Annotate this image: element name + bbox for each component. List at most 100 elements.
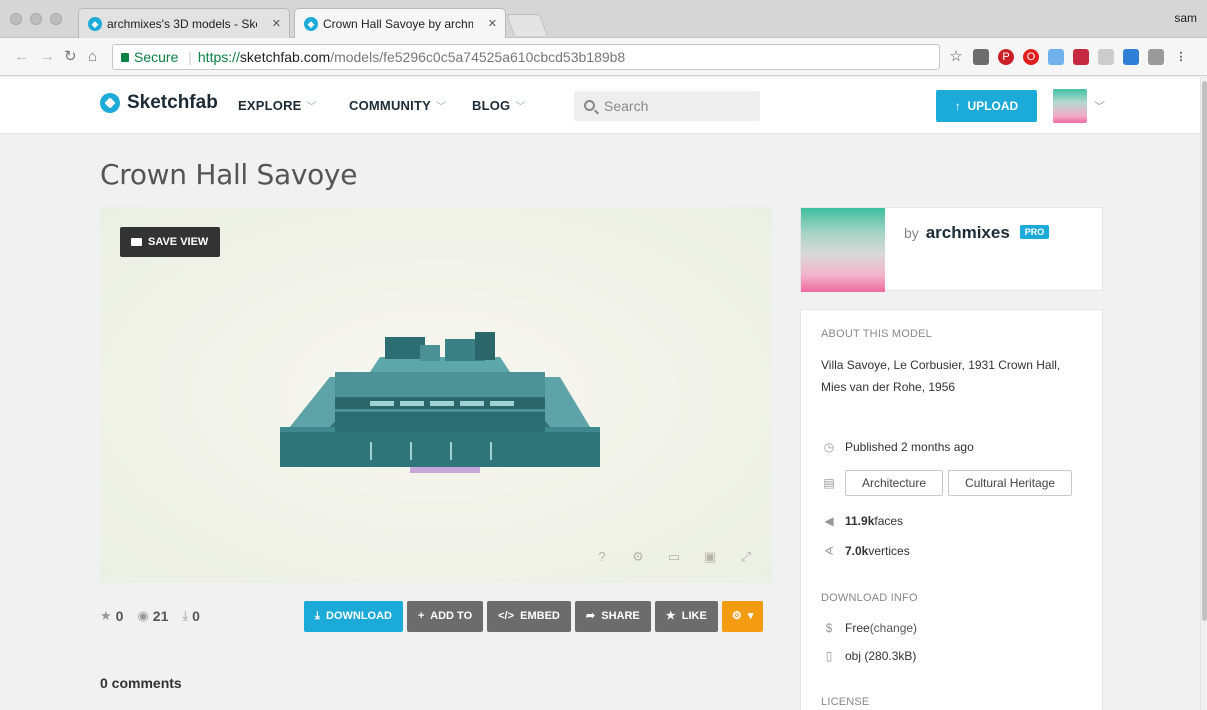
menu-dots-icon[interactable]: ⋮ [1173,49,1189,65]
search-input[interactable]: Search [574,91,760,121]
home-icon[interactable]: ⌂ [88,48,97,66]
triangle-icon: ◀ [824,514,834,528]
settings-icon[interactable]: ⚙ [628,549,648,565]
change-link[interactable]: (change) [870,621,917,635]
extension-bars-icon[interactable] [1073,49,1089,65]
category-tag-cultural-heritage[interactable]: Cultural Heritage [948,470,1073,496]
pinterest-icon[interactable]: P [998,49,1014,65]
embed-button[interactable]: </> EMBED [487,601,571,632]
lock-icon [121,53,129,62]
add-to-button[interactable]: + ADD TO [407,601,484,632]
model-description: Villa Savoye, Le Corbusier, 1931 Crown H… [821,358,1061,394]
downloads-stat: ⤓ 0 [182,608,200,624]
browser-titlebar: ◆ archmixes's 3D models - Sketc ✕ ◆ Crow… [0,0,1207,38]
sketchfab-logo-icon [100,93,120,113]
sketchfab-favicon-icon: ◆ [304,17,318,31]
url-scheme: https:// [197,49,240,65]
browser-tab-profile[interactable]: ◆ archmixes's 3D models - Sketc ✕ [78,8,290,38]
viewer-controls: ? ⚙ ▭ ▣ ⤢ [592,549,756,565]
address-bar[interactable]: Secure | https://sketchfab.com/models/fe5… [112,44,940,70]
extensions-area: ☆ P O ⋮ [948,47,1189,67]
chevron-down-icon: ﹀ [435,102,447,113]
star-icon: ★ [100,608,112,623]
sketchfab-page: Sketchfab EXPLORE ﹀ COMMUNITY ﹀ BLOG ﹀ Sear… [0,77,1200,710]
download-button[interactable]: ⤓ DOWNLOAD [304,601,403,632]
model-viewer[interactable]: SAVE VIEW ? ⚙ ▭ ▣ ⤢ [100,207,772,583]
sketchfab-logo[interactable]: Sketchfab [100,92,218,114]
nav-blog[interactable]: BLOG ﹀ [472,98,526,113]
download-icon: ⤓ [315,610,320,622]
theater-mode-icon[interactable]: ▣ [700,549,720,565]
dollar-icon: $ [825,621,833,635]
vertices-row: ∢ 7.0k vertices [821,544,910,558]
maximize-window-button[interactable] [50,13,62,25]
file-icon: ▯ [825,649,833,663]
help-icon[interactable]: ? [592,549,612,565]
browser-profile[interactable]: sam [1174,11,1197,25]
search-icon [584,100,595,111]
category-tag-architecture[interactable]: Architecture [845,470,944,496]
url-host: sketchfab.com [239,49,331,65]
chevron-down-icon: ﹀ [515,102,526,113]
camera-icon [131,238,142,246]
gear-icon: ⚙ [731,610,742,622]
options-dropdown-button[interactable]: ⚙ ▾ [721,601,764,632]
eye-icon: ◉ [137,608,149,623]
chevron-down-icon: ﹀ [306,102,317,113]
about-model-panel: ABOUT THIS MODEL Villa Savoye, Le Corbus… [800,309,1103,710]
share-icon: ➦ [585,610,596,622]
price-row: $ Free (change) [821,621,917,635]
star-icon: ★ [665,610,676,622]
user-avatar[interactable] [1053,89,1087,123]
forward-icon[interactable]: → [40,48,55,66]
camera-extension-icon[interactable] [1148,49,1164,65]
extension-1-icon[interactable] [973,49,989,65]
minimize-window-button[interactable] [30,13,42,25]
clock-icon: ◷ [823,440,835,454]
author-card: by archmixes PRO [800,207,1103,292]
comments-heading: 0 comments [100,675,182,691]
views-stat: ◉ 21 [137,608,169,624]
like-button[interactable]: ★ LIKE [654,601,718,632]
save-view-button[interactable]: SAVE VIEW [120,227,221,257]
about-section-title: ABOUT THIS MODEL [821,328,932,340]
format-row: ▯ obj (280.3kB) [821,649,917,663]
pro-badge: PRO [1019,225,1050,239]
close-tab-icon[interactable]: ✕ [488,9,497,38]
download-icon: ⤓ [182,608,189,623]
model-stats: ★ 0 ◉ 21 ⤓ 0 [100,608,200,624]
vr-icon[interactable]: ▭ [664,549,684,565]
download-info-title: DOWNLOAD INFO [821,592,918,604]
page-scrollbar[interactable] [1200,77,1207,710]
browser-tab-model[interactable]: ◆ Crown Hall Savoye by archmix ✕ [294,8,506,38]
nav-explore[interactable]: EXPLORE ﹀ [238,98,317,113]
plus-icon: + [418,610,425,622]
new-tab-button[interactable] [505,14,549,36]
close-window-button[interactable] [10,13,22,25]
url-path: /models/fe5296c0c5a74525a610cbcd53b189b8 [330,49,626,65]
extension-blue-icon[interactable] [1123,49,1139,65]
scrollbar-thumb[interactable] [1202,81,1207,621]
fullscreen-icon[interactable]: ⤢ [736,549,756,565]
author-byline: by archmixes PRO [904,223,1050,243]
opera-icon[interactable]: O [1023,49,1039,65]
bookmark-star-icon[interactable]: ☆ [948,49,964,65]
author-avatar[interactable] [801,208,885,292]
close-tab-icon[interactable]: ✕ [272,9,281,38]
reload-icon[interactable]: ↻ [64,48,77,66]
extension-cloud-icon[interactable] [1098,49,1114,65]
docs-icon[interactable] [1048,49,1064,65]
back-icon[interactable]: ← [14,48,29,66]
faces-row: ◀ 11.9k faces [821,514,903,528]
site-header: Sketchfab EXPLORE ﹀ COMMUNITY ﹀ BLOG ﹀ Sear… [0,77,1200,134]
author-name-link[interactable]: archmixes [926,223,1010,242]
category-icon: ▤ [823,476,835,490]
share-button[interactable]: ➦ SHARE [574,601,651,632]
nav-community[interactable]: COMMUNITY ﹀ [349,98,446,113]
caret-down-icon: ▾ [747,610,754,622]
upload-button[interactable]: ↑ UPLOAD [936,90,1037,122]
building-3d-model[interactable] [270,317,610,477]
vertex-icon: ∢ [823,544,835,558]
model-actions: ⤓ DOWNLOAD + ADD TO </> EMBED ➦ SHARE ★ … [304,601,764,632]
chevron-down-icon[interactable]: ﹀ [1094,98,1105,114]
